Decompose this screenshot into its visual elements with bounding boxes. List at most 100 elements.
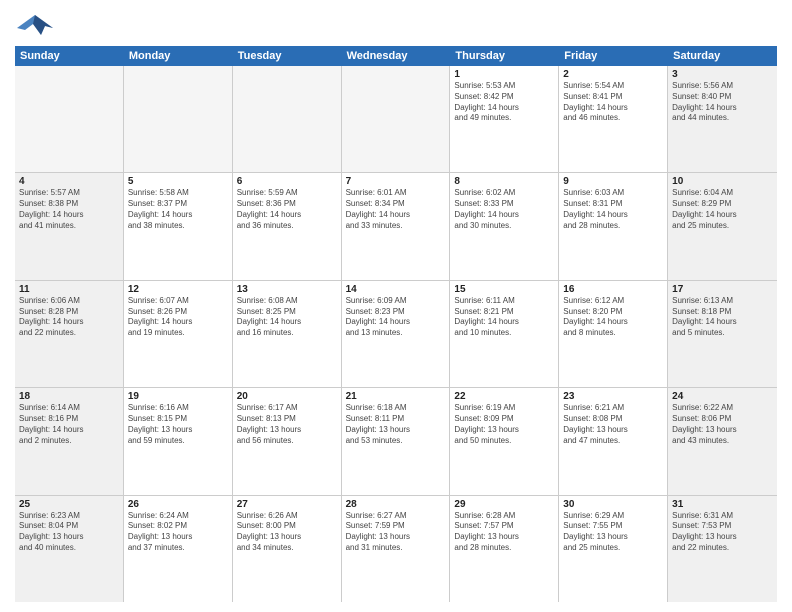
calendar-cell: 14Sunrise: 6:09 AMSunset: 8:23 PMDayligh… bbox=[342, 281, 451, 387]
calendar-cell: 22Sunrise: 6:19 AMSunset: 8:09 PMDayligh… bbox=[450, 388, 559, 494]
cell-info: Sunrise: 6:18 AMSunset: 8:11 PMDaylight:… bbox=[346, 403, 446, 446]
calendar-cell: 21Sunrise: 6:18 AMSunset: 8:11 PMDayligh… bbox=[342, 388, 451, 494]
calendar-cell: 10Sunrise: 6:04 AMSunset: 8:29 PMDayligh… bbox=[668, 173, 777, 279]
calendar-cell: 5Sunrise: 5:58 AMSunset: 8:37 PMDaylight… bbox=[124, 173, 233, 279]
cell-info: Sunrise: 5:54 AMSunset: 8:41 PMDaylight:… bbox=[563, 81, 663, 124]
cell-info: Sunrise: 6:11 AMSunset: 8:21 PMDaylight:… bbox=[454, 296, 554, 339]
logo bbox=[15, 10, 59, 40]
day-number: 29 bbox=[454, 499, 554, 510]
cell-info: Sunrise: 6:02 AMSunset: 8:33 PMDaylight:… bbox=[454, 188, 554, 231]
cell-info: Sunrise: 6:17 AMSunset: 8:13 PMDaylight:… bbox=[237, 403, 337, 446]
calendar-cell bbox=[233, 66, 342, 172]
day-number: 24 bbox=[672, 391, 773, 402]
day-number: 8 bbox=[454, 176, 554, 187]
calendar-cell: 30Sunrise: 6:29 AMSunset: 7:55 PMDayligh… bbox=[559, 496, 668, 602]
day-number: 31 bbox=[672, 499, 773, 510]
calendar-header-cell: Friday bbox=[559, 46, 668, 66]
calendar-cell bbox=[342, 66, 451, 172]
cell-info: Sunrise: 6:09 AMSunset: 8:23 PMDaylight:… bbox=[346, 296, 446, 339]
calendar-cell: 15Sunrise: 6:11 AMSunset: 8:21 PMDayligh… bbox=[450, 281, 559, 387]
calendar-cell: 1Sunrise: 5:53 AMSunset: 8:42 PMDaylight… bbox=[450, 66, 559, 172]
cell-info: Sunrise: 6:29 AMSunset: 7:55 PMDaylight:… bbox=[563, 511, 663, 554]
calendar-header: SundayMondayTuesdayWednesdayThursdayFrid… bbox=[15, 46, 777, 66]
day-number: 30 bbox=[563, 499, 663, 510]
calendar-cell: 4Sunrise: 5:57 AMSunset: 8:38 PMDaylight… bbox=[15, 173, 124, 279]
day-number: 3 bbox=[672, 69, 773, 80]
cell-info: Sunrise: 6:14 AMSunset: 8:16 PMDaylight:… bbox=[19, 403, 119, 446]
calendar-body: 1Sunrise: 5:53 AMSunset: 8:42 PMDaylight… bbox=[15, 66, 777, 602]
calendar-cell: 17Sunrise: 6:13 AMSunset: 8:18 PMDayligh… bbox=[668, 281, 777, 387]
day-number: 11 bbox=[19, 284, 119, 295]
cell-info: Sunrise: 6:21 AMSunset: 8:08 PMDaylight:… bbox=[563, 403, 663, 446]
calendar-cell: 12Sunrise: 6:07 AMSunset: 8:26 PMDayligh… bbox=[124, 281, 233, 387]
calendar-row: 4Sunrise: 5:57 AMSunset: 8:38 PMDaylight… bbox=[15, 173, 777, 280]
day-number: 21 bbox=[346, 391, 446, 402]
calendar-cell: 28Sunrise: 6:27 AMSunset: 7:59 PMDayligh… bbox=[342, 496, 451, 602]
day-number: 12 bbox=[128, 284, 228, 295]
cell-info: Sunrise: 6:31 AMSunset: 7:53 PMDaylight:… bbox=[672, 511, 773, 554]
day-number: 25 bbox=[19, 499, 119, 510]
day-number: 22 bbox=[454, 391, 554, 402]
cell-info: Sunrise: 6:07 AMSunset: 8:26 PMDaylight:… bbox=[128, 296, 228, 339]
day-number: 9 bbox=[563, 176, 663, 187]
day-number: 27 bbox=[237, 499, 337, 510]
calendar-cell: 25Sunrise: 6:23 AMSunset: 8:04 PMDayligh… bbox=[15, 496, 124, 602]
day-number: 19 bbox=[128, 391, 228, 402]
day-number: 2 bbox=[563, 69, 663, 80]
day-number: 20 bbox=[237, 391, 337, 402]
day-number: 13 bbox=[237, 284, 337, 295]
cell-info: Sunrise: 5:59 AMSunset: 8:36 PMDaylight:… bbox=[237, 188, 337, 231]
day-number: 17 bbox=[672, 284, 773, 295]
logo-icon bbox=[15, 10, 55, 40]
calendar-row: 1Sunrise: 5:53 AMSunset: 8:42 PMDaylight… bbox=[15, 66, 777, 173]
cell-info: Sunrise: 6:22 AMSunset: 8:06 PMDaylight:… bbox=[672, 403, 773, 446]
cell-info: Sunrise: 6:13 AMSunset: 8:18 PMDaylight:… bbox=[672, 296, 773, 339]
cell-info: Sunrise: 6:01 AMSunset: 8:34 PMDaylight:… bbox=[346, 188, 446, 231]
day-number: 1 bbox=[454, 69, 554, 80]
cell-info: Sunrise: 5:53 AMSunset: 8:42 PMDaylight:… bbox=[454, 81, 554, 124]
cell-info: Sunrise: 5:58 AMSunset: 8:37 PMDaylight:… bbox=[128, 188, 228, 231]
calendar-cell: 13Sunrise: 6:08 AMSunset: 8:25 PMDayligh… bbox=[233, 281, 342, 387]
calendar-header-cell: Monday bbox=[124, 46, 233, 66]
day-number: 14 bbox=[346, 284, 446, 295]
calendar-row: 25Sunrise: 6:23 AMSunset: 8:04 PMDayligh… bbox=[15, 496, 777, 602]
calendar-header-cell: Saturday bbox=[668, 46, 777, 66]
calendar-cell bbox=[124, 66, 233, 172]
calendar-cell: 27Sunrise: 6:26 AMSunset: 8:00 PMDayligh… bbox=[233, 496, 342, 602]
cell-info: Sunrise: 6:08 AMSunset: 8:25 PMDaylight:… bbox=[237, 296, 337, 339]
day-number: 4 bbox=[19, 176, 119, 187]
calendar-cell: 8Sunrise: 6:02 AMSunset: 8:33 PMDaylight… bbox=[450, 173, 559, 279]
cell-info: Sunrise: 6:06 AMSunset: 8:28 PMDaylight:… bbox=[19, 296, 119, 339]
calendar-cell: 18Sunrise: 6:14 AMSunset: 8:16 PMDayligh… bbox=[15, 388, 124, 494]
cell-info: Sunrise: 6:28 AMSunset: 7:57 PMDaylight:… bbox=[454, 511, 554, 554]
calendar-row: 18Sunrise: 6:14 AMSunset: 8:16 PMDayligh… bbox=[15, 388, 777, 495]
calendar-cell: 26Sunrise: 6:24 AMSunset: 8:02 PMDayligh… bbox=[124, 496, 233, 602]
day-number: 6 bbox=[237, 176, 337, 187]
calendar-cell: 9Sunrise: 6:03 AMSunset: 8:31 PMDaylight… bbox=[559, 173, 668, 279]
day-number: 5 bbox=[128, 176, 228, 187]
cell-info: Sunrise: 6:19 AMSunset: 8:09 PMDaylight:… bbox=[454, 403, 554, 446]
cell-info: Sunrise: 6:24 AMSunset: 8:02 PMDaylight:… bbox=[128, 511, 228, 554]
day-number: 26 bbox=[128, 499, 228, 510]
day-number: 7 bbox=[346, 176, 446, 187]
cell-info: Sunrise: 6:26 AMSunset: 8:00 PMDaylight:… bbox=[237, 511, 337, 554]
cell-info: Sunrise: 6:12 AMSunset: 8:20 PMDaylight:… bbox=[563, 296, 663, 339]
calendar-cell: 23Sunrise: 6:21 AMSunset: 8:08 PMDayligh… bbox=[559, 388, 668, 494]
calendar-cell: 7Sunrise: 6:01 AMSunset: 8:34 PMDaylight… bbox=[342, 173, 451, 279]
cell-info: Sunrise: 6:16 AMSunset: 8:15 PMDaylight:… bbox=[128, 403, 228, 446]
calendar-header-cell: Wednesday bbox=[342, 46, 451, 66]
day-number: 16 bbox=[563, 284, 663, 295]
calendar-cell: 11Sunrise: 6:06 AMSunset: 8:28 PMDayligh… bbox=[15, 281, 124, 387]
cell-info: Sunrise: 6:27 AMSunset: 7:59 PMDaylight:… bbox=[346, 511, 446, 554]
day-number: 10 bbox=[672, 176, 773, 187]
calendar-cell: 6Sunrise: 5:59 AMSunset: 8:36 PMDaylight… bbox=[233, 173, 342, 279]
calendar: SundayMondayTuesdayWednesdayThursdayFrid… bbox=[15, 46, 777, 602]
day-number: 23 bbox=[563, 391, 663, 402]
day-number: 15 bbox=[454, 284, 554, 295]
calendar-cell: 2Sunrise: 5:54 AMSunset: 8:41 PMDaylight… bbox=[559, 66, 668, 172]
calendar-cell: 3Sunrise: 5:56 AMSunset: 8:40 PMDaylight… bbox=[668, 66, 777, 172]
calendar-cell: 20Sunrise: 6:17 AMSunset: 8:13 PMDayligh… bbox=[233, 388, 342, 494]
cell-info: Sunrise: 6:04 AMSunset: 8:29 PMDaylight:… bbox=[672, 188, 773, 231]
cell-info: Sunrise: 5:56 AMSunset: 8:40 PMDaylight:… bbox=[672, 81, 773, 124]
cell-info: Sunrise: 5:57 AMSunset: 8:38 PMDaylight:… bbox=[19, 188, 119, 231]
